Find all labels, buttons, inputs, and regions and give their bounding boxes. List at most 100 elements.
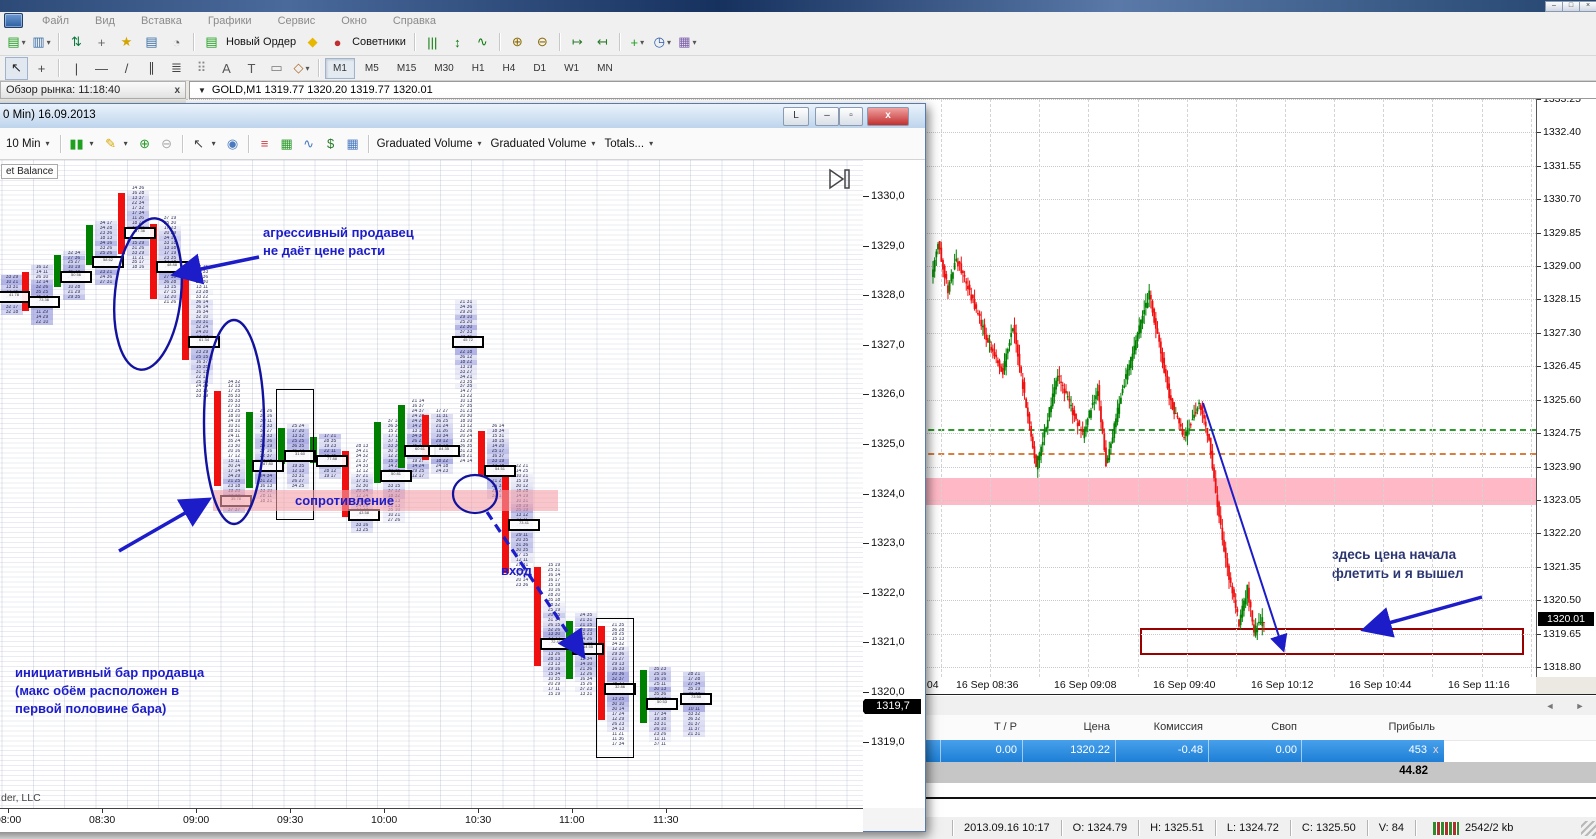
channel-icon[interactable]: ∥ [140, 57, 163, 80]
totals-selector[interactable]: Totals... [604, 138, 644, 150]
timeframe-mn[interactable]: MN [589, 58, 621, 79]
chevron-down-icon[interactable]: ▾ [46, 139, 50, 148]
timeframe-m1[interactable]: M1 [325, 58, 355, 79]
candle-body [1230, 577, 1232, 582]
chevron-down-icon[interactable]: ▾ [591, 139, 595, 148]
candlestick-chart-icon[interactable]: ↕ [446, 31, 469, 54]
chart-shift-icon[interactable]: ↤ [591, 31, 614, 54]
market-watch-close-icon[interactable]: x [174, 85, 180, 96]
restore-button[interactable]: ▫ [839, 107, 863, 126]
fibonacci-icon[interactable]: ≣ [165, 57, 188, 80]
timeframe-m5[interactable]: M5 [357, 58, 387, 79]
cursor-icon[interactable]: ↖ [5, 57, 28, 80]
text-icon[interactable]: A [215, 57, 238, 80]
grid-icon[interactable]: ⠿ [190, 57, 213, 80]
new-order-button[interactable]: Новый Ордер [226, 36, 296, 48]
expert-advisors-button[interactable]: Советники [352, 36, 406, 48]
bar-chart-icon[interactable]: ||| [421, 31, 444, 54]
link-button[interactable]: L [783, 107, 809, 126]
price-tick-label: 1330.70 [1543, 193, 1595, 205]
timeframe-w1[interactable]: W1 [556, 58, 587, 79]
chevron-down-icon[interactable]: ▾ [478, 139, 482, 148]
profiles-icon: ▥ [32, 34, 44, 50]
candle-style-icon[interactable]: ▮▮ [67, 134, 87, 154]
expert-advisors-icon[interactable]: ● [326, 31, 349, 54]
mode1-selector[interactable]: Graduated Volume [377, 138, 473, 150]
auto-scroll-icon[interactable]: ↦ [566, 31, 589, 54]
volume-ladder-icon[interactable]: ≡ [255, 134, 275, 154]
resize-grip[interactable] [1581, 821, 1596, 836]
candle-body [1198, 403, 1200, 404]
tab-scroll-left-icon[interactable]: ◄ [1543, 700, 1557, 712]
timeframe-d1[interactable]: D1 [525, 58, 554, 79]
timeframe-h1[interactable]: H1 [464, 58, 493, 79]
new-chart-icon[interactable]: ▤▾ [5, 31, 28, 54]
chart-window-header[interactable]: ▼ GOLD,M1 1319.77 1320.20 1319.77 1320.0… [189, 81, 1596, 99]
menu-item-4[interactable]: Сервис [265, 15, 329, 27]
timeframe-m30[interactable]: M30 [426, 58, 461, 79]
pencil-icon[interactable]: ✎ [101, 134, 121, 154]
line-chart-icon[interactable]: ∿ [471, 31, 494, 54]
app-close-button[interactable]: × [1579, 1, 1596, 12]
rectangle-icon[interactable]: ▭ [265, 57, 288, 80]
minimize-button[interactable]: – [815, 107, 839, 126]
candle-body [1263, 622, 1265, 623]
chevron-down-icon[interactable]: ▾ [649, 139, 653, 148]
market-watch-tab[interactable]: Обзор рынка: 11:18:40 x [0, 81, 186, 99]
data-window-icon[interactable]: + [90, 31, 113, 54]
inspect-icon[interactable]: ◉ [223, 134, 243, 154]
mini-chart-icon[interactable]: ∿ [299, 134, 319, 154]
label-icon[interactable]: T [240, 57, 263, 80]
trendline-icon[interactable]: / [115, 57, 138, 80]
dollar-icon[interactable]: $ [321, 134, 341, 154]
volume-cell: 18 16 [127, 265, 149, 270]
footprint-title-bar[interactable]: 0 Min) 16.09.2013 L – ▫ x [0, 104, 925, 129]
close-trade-icon[interactable]: x [1433, 744, 1439, 756]
market-watch-icon[interactable]: ⇅ [65, 31, 88, 54]
indicators-icon[interactable]: +▾ [626, 31, 649, 54]
menu-item-0[interactable]: Файл [29, 15, 82, 27]
vline-icon[interactable]: | [65, 57, 88, 80]
menu-item-1[interactable]: Вид [82, 15, 128, 27]
candle-body [947, 285, 949, 293]
zoom-in-icon[interactable]: ⊕ [506, 31, 529, 54]
menu-item-6[interactable]: Справка [380, 15, 449, 27]
menu-item-5[interactable]: Окно [328, 15, 380, 27]
trade-col-header[interactable]: Своп [1187, 721, 1297, 735]
templates-icon[interactable]: ▦▾ [676, 31, 699, 54]
periods-icon[interactable]: ◷▾ [651, 31, 674, 54]
zoom-out-icon[interactable]: ⊖ [157, 134, 177, 154]
app-minimize-button[interactable]: – [1545, 1, 1563, 12]
hline-icon[interactable]: — [90, 57, 113, 80]
new-order-icon[interactable]: ▤ [200, 31, 223, 54]
candle-body [1088, 411, 1090, 418]
zoom-in-icon[interactable]: ⊕ [135, 134, 155, 154]
timeframe-m15[interactable]: M15 [389, 58, 424, 79]
mode2-selector[interactable]: Graduated Volume [491, 138, 587, 150]
menu-item-3[interactable]: Графики [195, 15, 265, 27]
pointer-icon[interactable]: ↖ [189, 134, 209, 154]
candle-body [1097, 391, 1099, 396]
period-selector[interactable]: 10 Min [6, 138, 41, 150]
table-icon[interactable]: ▦ [343, 134, 363, 154]
footprint-icon[interactable]: ▦ [277, 134, 297, 154]
tab-scroll-right-icon[interactable]: ► [1573, 700, 1587, 712]
aggressive-seller-line1: агрессивный продавец [263, 224, 414, 242]
profiles-icon[interactable]: ▥▾ [30, 31, 53, 54]
crosshair-icon[interactable]: + [30, 57, 53, 80]
close-button[interactable]: x [867, 107, 909, 126]
navigator-icon[interactable]: ★ [115, 31, 138, 54]
poc-marker: 58 62 [92, 256, 124, 268]
app-maximize-button[interactable]: □ [1562, 1, 1580, 12]
menu-item-2[interactable]: Вставка [128, 15, 195, 27]
terminal-icon[interactable]: ▤ [140, 31, 163, 54]
metaeditor-icon[interactable]: ◆ [301, 31, 324, 54]
strategy-tester-icon[interactable]: ◔ [165, 31, 188, 54]
timeframe-h4[interactable]: H4 [495, 58, 524, 79]
trade-col-header[interactable]: Прибыль [1325, 721, 1435, 735]
arrows-icon[interactable]: ◇▾ [290, 57, 313, 80]
step-forward-icon[interactable] [827, 168, 853, 190]
zoom-out-icon[interactable]: ⊖ [531, 31, 554, 54]
candle-body [1195, 412, 1197, 414]
chevron-down-icon[interactable]: ▼ [198, 86, 206, 95]
